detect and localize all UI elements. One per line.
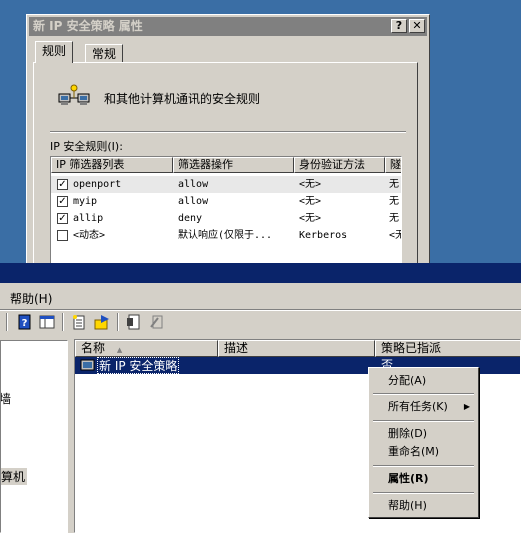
dialog-titlebar[interactable]: 新 IP 安全策略 属性 ? ✕ [29, 17, 427, 36]
menu-divider [0, 309, 521, 311]
ip-rules-label: IP 安全规则(I): [50, 140, 123, 153]
rule-row[interactable]: ✓ openport allow <无> 无 [51, 176, 401, 193]
policy-name: 新 IP 安全策略 [97, 357, 180, 374]
tab-rules-label: 规则 [42, 44, 67, 58]
menu-item-help[interactable]: 帮助(H) [371, 496, 476, 516]
export-list-icon[interactable] [94, 314, 110, 330]
rule-checkbox[interactable]: ✓ [57, 196, 68, 207]
divider [50, 131, 406, 133]
context-menu: 分配(A) 所有任务(K) ▶ 删除(D) 重命名(M) 属性(R) 帮助(H) [368, 367, 479, 518]
rule-tunnel: <无 [389, 230, 401, 241]
toolbar-separator [117, 313, 119, 331]
rules-description: 和其他计算机通讯的安全规则 [104, 92, 261, 106]
help-button[interactable]: ? [391, 19, 407, 33]
console-tree[interactable]: 墙 算机 [0, 340, 68, 533]
check-integrity-icon[interactable] [149, 314, 165, 330]
tab-general[interactable]: 常规 [85, 44, 124, 64]
tab-rules[interactable]: 规则 [35, 41, 74, 63]
menu-item-all-tasks[interactable]: 所有任务(K) ▶ [371, 397, 476, 417]
rule-filter: allip [73, 213, 104, 224]
column-name-label: 名称 [81, 341, 106, 355]
dialog-title: 新 IP 安全策略 属性 [33, 19, 143, 33]
toolbar-separator [6, 313, 8, 331]
rule-auth: <无> [299, 179, 322, 190]
rule-checkbox[interactable]: ✓ [57, 179, 68, 190]
svg-text:?: ? [22, 318, 28, 329]
rule-filter: openport [73, 179, 122, 190]
menu-item-rename[interactable]: 重命名(M) [371, 442, 476, 462]
close-button[interactable]: ✕ [409, 19, 425, 33]
rule-action: allow [178, 196, 209, 207]
tree-item-computer[interactable]: 算机 [1, 468, 28, 485]
rule-row[interactable]: ✓ myip allow <无> 无 [51, 193, 401, 210]
menu-separator [373, 393, 474, 395]
console-titlebar[interactable] [0, 263, 521, 283]
rule-tunnel: 无 [389, 213, 399, 224]
menu-item-delete[interactable]: 删除(D) [371, 424, 476, 444]
column-header-tunnel[interactable]: 隧 [385, 157, 401, 173]
menu-separator [373, 465, 474, 467]
menu-separator [373, 420, 474, 422]
toolbar-separator [62, 313, 64, 331]
column-header-filter-list[interactable]: IP 筛选器列表 [51, 157, 173, 173]
rule-checkbox[interactable]: ✓ [57, 213, 68, 224]
network-computers-icon [58, 84, 90, 105]
rule-row[interactable]: ✓ allip deny <无> 无 [51, 210, 401, 227]
column-header-auth-method[interactable]: 身份验证方法 [294, 157, 385, 173]
rule-tunnel: 无 [389, 179, 399, 190]
help-book-icon[interactable]: ? [17, 314, 33, 330]
column-header-description[interactable]: 描述 [218, 340, 375, 357]
column-header-name[interactable]: 名称 ▲ [75, 340, 218, 357]
column-header-assigned[interactable]: 策略已指派 [375, 340, 520, 357]
rule-action: deny [178, 213, 203, 224]
menu-item-all-tasks-label: 所有任务(K) [388, 400, 448, 413]
tree-item-firewall[interactable]: 墙 [1, 390, 11, 407]
menu-item-properties[interactable]: 属性(R) [371, 469, 476, 489]
submenu-arrow-icon: ▶ [463, 402, 470, 411]
rule-action: 默认响应(仅限于... [178, 230, 273, 241]
menu-separator [373, 492, 474, 494]
column-header-filter-action[interactable]: 筛选器操作 [173, 157, 294, 173]
policy-icon [80, 359, 95, 371]
show-pane-icon[interactable] [39, 314, 55, 330]
rule-tunnel: 无 [389, 196, 399, 207]
rule-auth: <无> [299, 213, 322, 224]
new-policy-icon[interactable] [71, 314, 87, 330]
rule-checkbox[interactable] [57, 230, 68, 241]
rule-auth: Kerberos [299, 230, 348, 241]
rule-auth: <无> [299, 196, 322, 207]
manage-filters-icon[interactable] [126, 314, 142, 330]
menu-help[interactable]: 帮助(H) [0, 290, 52, 308]
rule-filter: <动态> [73, 230, 106, 241]
ip-rules-list[interactable]: IP 筛选器列表 筛选器操作 身份验证方法 隧 ✓ openport allow… [50, 156, 402, 266]
menu-item-assign[interactable]: 分配(A) [371, 371, 476, 391]
rule-action: allow [178, 179, 209, 190]
tab-general-label: 常规 [92, 47, 117, 61]
rule-filter: myip [73, 196, 98, 207]
rule-row[interactable]: <动态> 默认响应(仅限于... Kerberos <无 [51, 227, 401, 244]
sort-ascending-icon: ▲ [116, 346, 123, 354]
